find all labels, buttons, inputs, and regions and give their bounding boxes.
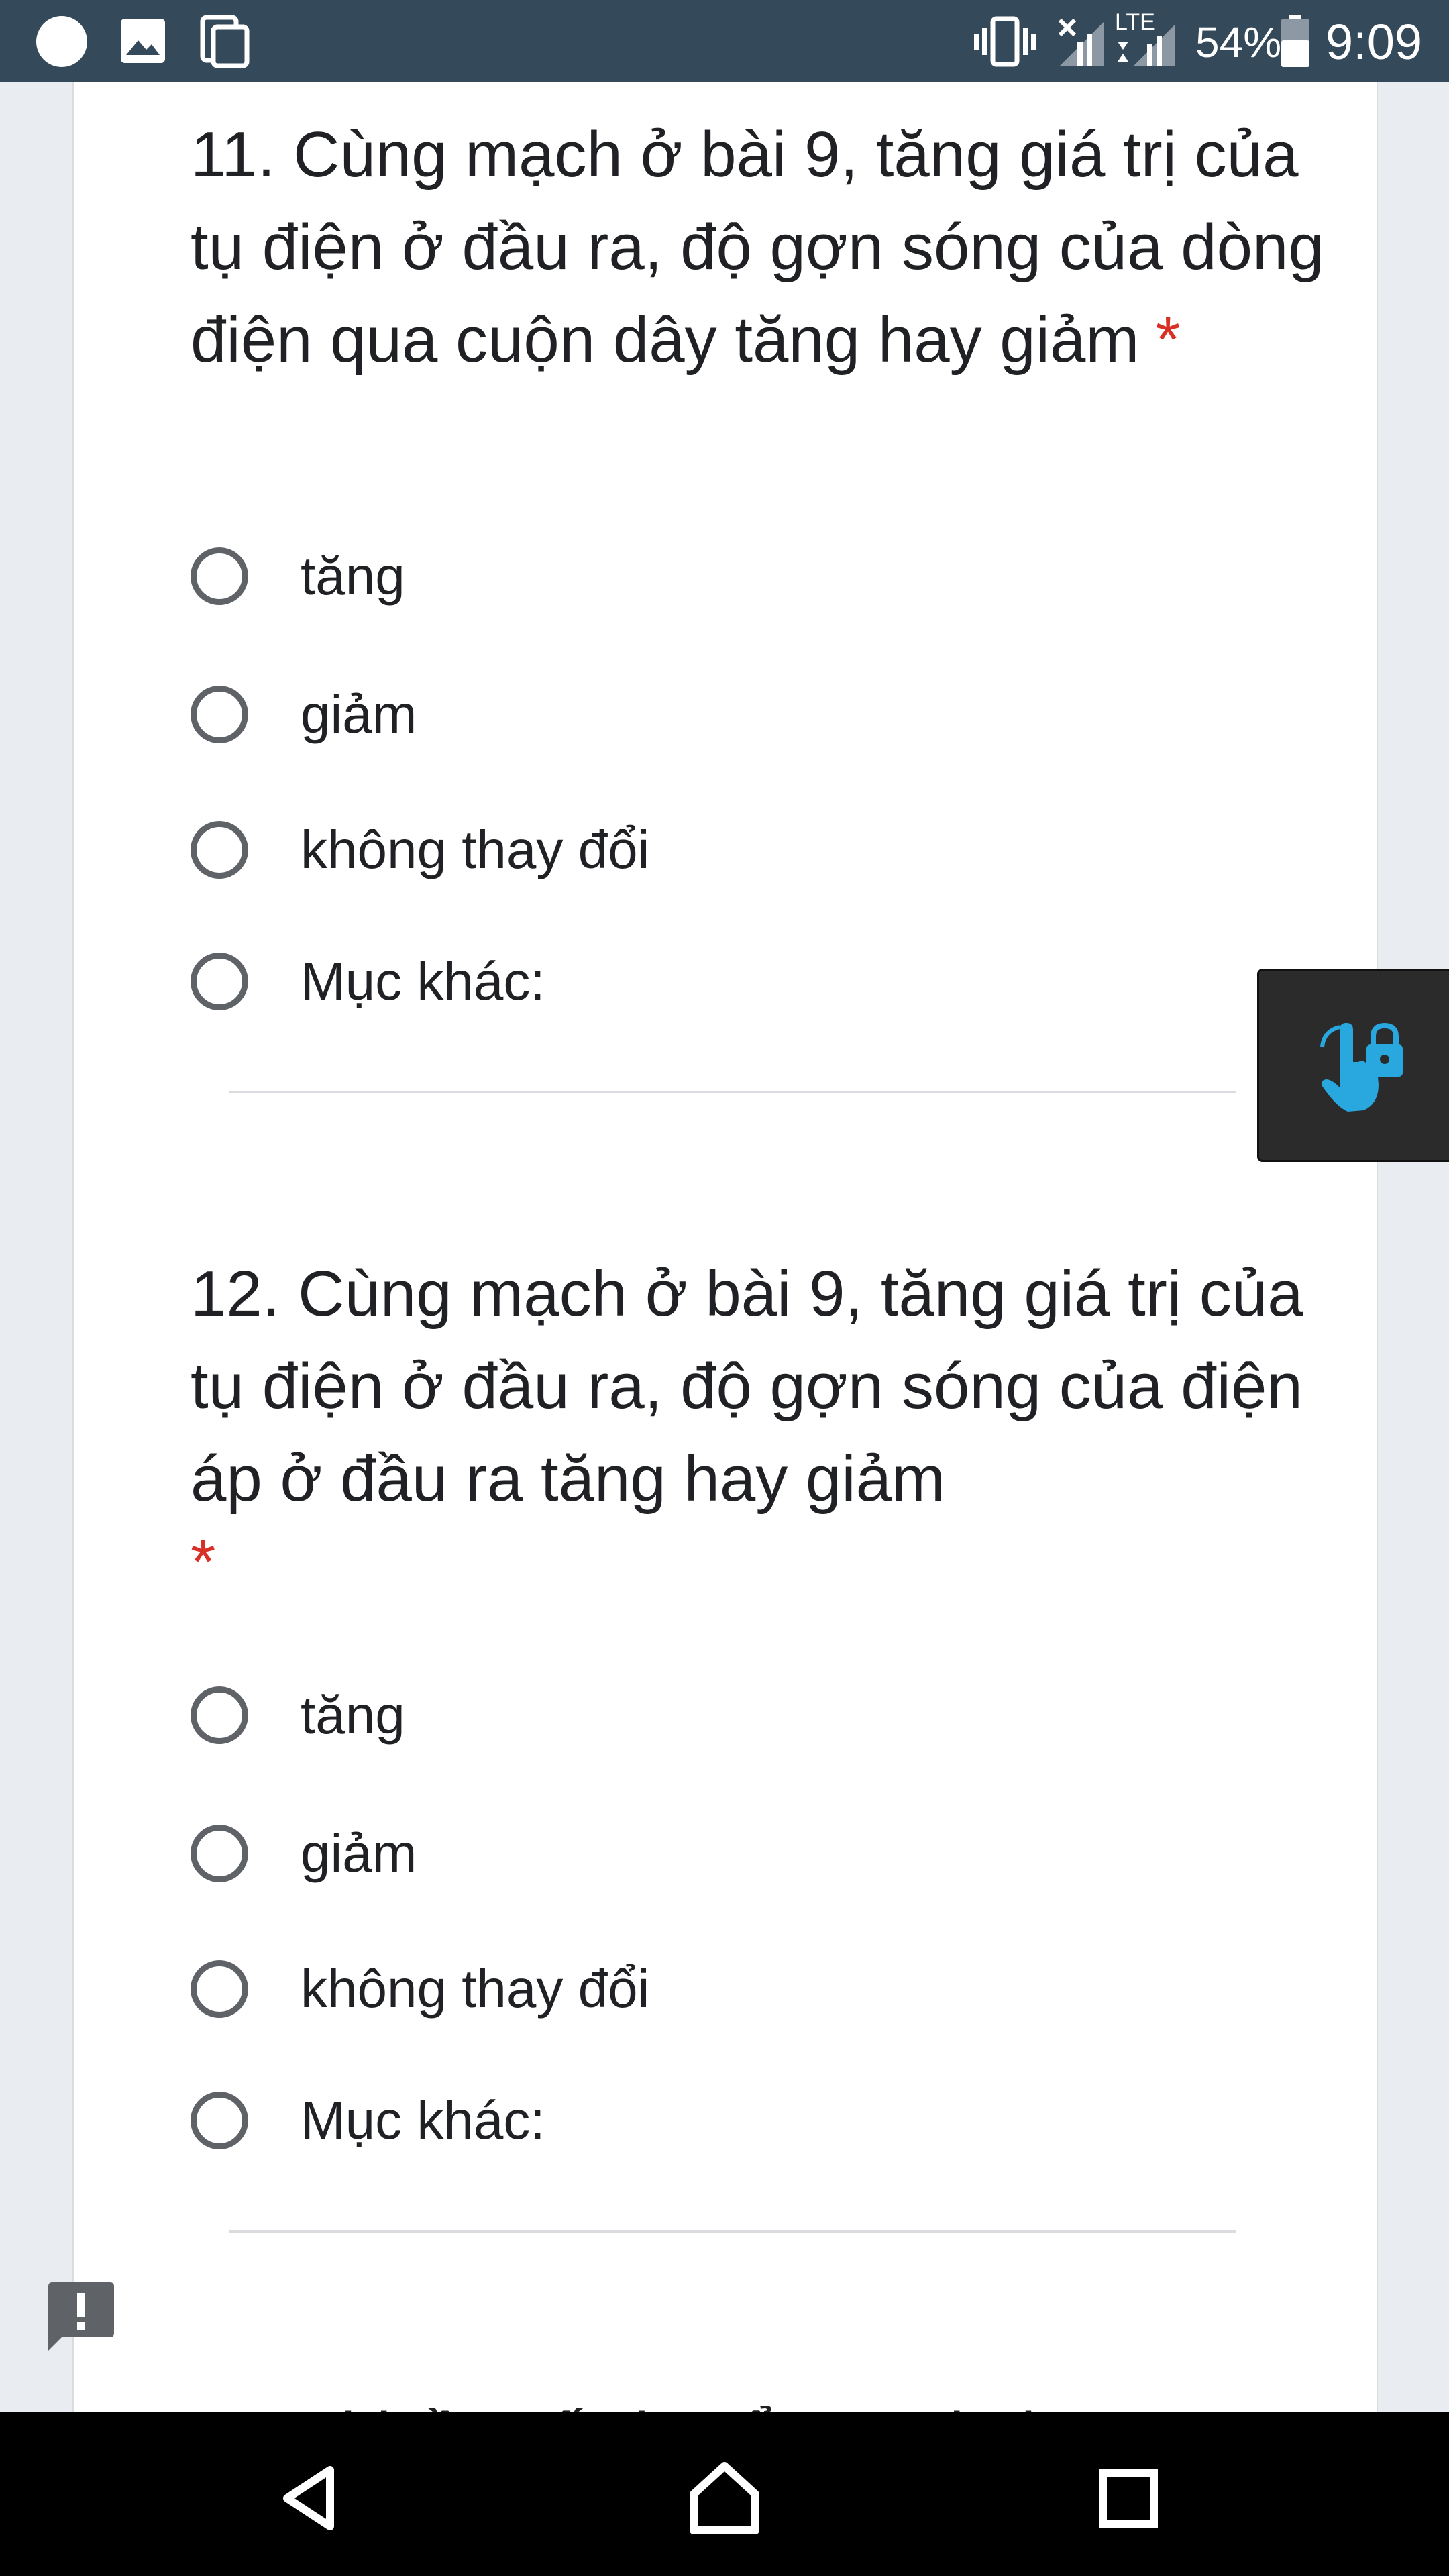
radio-button[interactable]: [191, 547, 248, 605]
vibrate-icon: [974, 16, 1036, 67]
option-label: tăng: [301, 546, 405, 606]
recents-icon[interactable]: [1099, 2469, 1158, 2528]
home-icon[interactable]: [687, 2461, 762, 2534]
touch-lock-widget[interactable]: [1257, 969, 1449, 1162]
question-11-option-giam[interactable]: giảm: [191, 678, 417, 751]
question-12-option-muc-khac[interactable]: Mục khác:: [191, 2084, 545, 2157]
question-12-title: 12. Cùng mạch ở bài 9, tăng giá trị của …: [191, 1248, 1331, 1599]
clock: 9:09: [1326, 14, 1423, 70]
back-icon[interactable]: [275, 2465, 342, 2532]
question-divider: [229, 1091, 1236, 1093]
notification-dot-icon: [36, 16, 87, 67]
radio-button[interactable]: [191, 821, 248, 879]
question-11-option-muc-khac[interactable]: Mục khác:: [191, 945, 545, 1018]
battery-icon: [1281, 15, 1309, 67]
radio-button[interactable]: [191, 1686, 248, 1744]
feedback-icon: [48, 2282, 114, 2351]
signal-no-icon: [1058, 18, 1104, 66]
required-asterisk: *: [1155, 304, 1181, 376]
option-label: giảm: [301, 684, 417, 744]
option-label: tăng: [301, 1685, 405, 1745]
radio-button[interactable]: [191, 2092, 248, 2149]
battery-percent: 54%: [1195, 18, 1282, 66]
screenshot-icon: [200, 15, 250, 68]
question-11-option-khong-thay-doi[interactable]: không thay đổi: [191, 813, 649, 887]
option-label: giảm: [301, 1823, 417, 1883]
lte-signal-icon: [1118, 24, 1175, 66]
question-11-text: 11. Cùng mạch ở bài 9, tăng giá trị của …: [191, 119, 1324, 376]
feedback-button[interactable]: [44, 2279, 118, 2353]
question-11-title: 11. Cùng mạch ở bài 9, tăng giá trị của …: [191, 109, 1331, 386]
option-label: Mục khác:: [301, 2090, 545, 2150]
form-card: 11. Cùng mạch ở bài 9, tăng giá trị của …: [72, 82, 1378, 2415]
image-icon: [121, 19, 165, 63]
question-divider: [229, 2230, 1236, 2233]
required-asterisk: *: [191, 1526, 216, 1598]
status-bar: LTE 54% 9:09: [0, 0, 1449, 82]
radio-button[interactable]: [191, 953, 248, 1010]
option-label: Mục khác:: [301, 951, 545, 1011]
question-12-option-khong-thay-doi[interactable]: không thay đổi: [191, 1952, 649, 2026]
radio-button[interactable]: [191, 1825, 248, 1882]
navigation-bar: [0, 2412, 1449, 2576]
radio-button[interactable]: [191, 1960, 248, 2018]
question-11-option-tang[interactable]: tăng: [191, 539, 405, 613]
option-label: không thay đổi: [301, 1959, 650, 2019]
option-label: không thay đổi: [301, 820, 650, 879]
question-12-option-giam[interactable]: giảm: [191, 1817, 417, 1890]
radio-button[interactable]: [191, 686, 248, 743]
question-12-option-tang[interactable]: tăng: [191, 1678, 405, 1752]
touch-lock-icon: [1320, 1022, 1403, 1112]
question-12-text: 12. Cùng mạch ở bài 9, tăng giá trị của …: [191, 1258, 1303, 1515]
question-13-title-partial: 13. Khi tần số chuyển mạch thay: [191, 2390, 1125, 2415]
